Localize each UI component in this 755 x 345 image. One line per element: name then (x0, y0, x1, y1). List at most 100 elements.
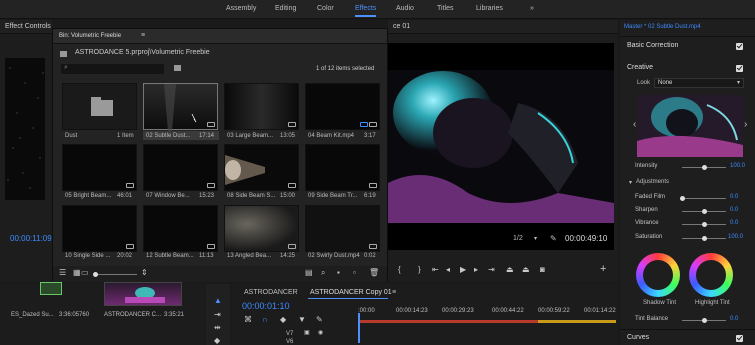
trash-icon[interactable]: 🗑 (369, 268, 379, 277)
bin-item-subtle-beam[interactable] (143, 205, 218, 252)
intensity-slider[interactable] (682, 165, 726, 170)
look-select[interactable]: None ▾ (654, 78, 744, 88)
playhead[interactable] (358, 313, 360, 343)
adjustments-chevron-icon[interactable]: ▾ (629, 179, 632, 186)
list-view-icon[interactable]: ☰ (59, 268, 66, 277)
thumb-size-slider[interactable] (93, 272, 137, 277)
bin-item-single-side[interactable] (62, 205, 137, 252)
curves-label[interactable]: Curves (627, 334, 649, 341)
creative-checkbox[interactable] (736, 65, 743, 72)
tab-editing[interactable]: Editing (275, 5, 296, 12)
bin-item-swirly-dust[interactable] (305, 205, 380, 252)
bin-item-beam-kit[interactable] (305, 83, 380, 130)
clip-thumb-1[interactable] (40, 282, 62, 295)
marker-add-icon[interactable]: ◆ (280, 315, 286, 324)
intensity-value[interactable]: 100.0 (730, 163, 745, 169)
link-icon[interactable]: ∩ (262, 315, 268, 324)
eye-icon[interactable]: ◉ (318, 329, 323, 336)
faded-film-knob[interactable] (680, 196, 685, 201)
extract-icon[interactable]: ⏏ (522, 265, 530, 274)
automate-icon[interactable]: ▤ (305, 268, 313, 277)
saturation-value[interactable]: 100.0 (728, 234, 743, 240)
bin-menu-icon[interactable]: ≡ (141, 32, 145, 39)
freeform-view-icon[interactable]: ▭ (81, 268, 89, 277)
razor-tool-icon[interactable]: ◆ (214, 336, 220, 345)
zoom-select[interactable]: 1/2 (513, 235, 523, 242)
track-select-icon[interactable]: ⇥ (214, 310, 221, 319)
sharpen-slider[interactable] (682, 209, 726, 214)
sync-lock-icon[interactable]: ▣ (304, 329, 310, 336)
look-prev-icon[interactable]: ‹ (633, 119, 636, 130)
curves-checkbox[interactable] (736, 335, 743, 342)
timeline-tab-menu-icon[interactable]: ≡ (392, 289, 396, 296)
bin-item-bright-beam[interactable] (62, 144, 137, 191)
vibrance-value[interactable]: 0.0 (730, 220, 738, 226)
clip-thumb-2[interactable] (104, 282, 182, 306)
icon-view-icon[interactable]: ▦ (73, 268, 81, 277)
tab-titles[interactable]: Titles (437, 5, 453, 12)
creative-label[interactable]: Creative (627, 64, 653, 71)
selection-tool-icon[interactable]: ▲ (214, 296, 222, 305)
bin-item-side-beam-tr[interactable] (305, 144, 380, 191)
step-back-icon[interactable]: ◂ (446, 265, 450, 274)
highlight-tint-wheel[interactable] (689, 253, 733, 297)
intensity-knob[interactable] (702, 165, 707, 170)
tab-audio[interactable]: Audio (396, 5, 414, 12)
faded-film-slider[interactable] (680, 196, 726, 201)
find-icon[interactable]: ⌕ (321, 268, 325, 278)
vibrance-slider[interactable] (682, 222, 726, 227)
timeline-ruler[interactable]: :00:00 00:00:14:23 00:00:29:23 00:00:44:… (358, 304, 616, 318)
bin-item-dust[interactable] (62, 83, 137, 130)
look-preview[interactable] (637, 95, 743, 157)
mark-out-icon[interactable]: } (418, 265, 421, 274)
adjustments-label[interactable]: Adjustments (636, 179, 669, 185)
marker-icon[interactable]: ▼ (298, 315, 306, 324)
bin-item-side-beam-s[interactable] (224, 144, 299, 191)
saturation-slider[interactable] (682, 236, 726, 241)
sharpen-knob[interactable] (702, 209, 707, 214)
tab-color[interactable]: Color (317, 5, 334, 12)
sort-icon[interactable]: ⇕ (141, 268, 148, 277)
look-next-icon[interactable]: › (744, 119, 747, 130)
basic-correction-label[interactable]: Basic Correction (627, 42, 678, 49)
new-bin-icon[interactable] (174, 65, 181, 71)
bin-item-subtle-dust[interactable] (143, 83, 218, 131)
mark-in-icon[interactable]: { (398, 265, 401, 274)
lift-icon[interactable]: ⏏ (506, 265, 514, 274)
bin-item-large-beam[interactable] (224, 83, 299, 130)
saturation-knob[interactable] (702, 236, 707, 241)
tab-effects[interactable]: Effects (355, 5, 376, 12)
lumetri-master-title[interactable]: Master * 02 Subtle Dust.mp4 (624, 24, 701, 30)
snap-icon[interactable]: ⌘ (244, 315, 252, 324)
tab-assembly[interactable]: Assembly (226, 5, 256, 12)
basic-correction-checkbox[interactable] (736, 43, 743, 50)
tab-libraries[interactable]: Libraries (476, 5, 503, 12)
program-title[interactable]: ce 01 (388, 20, 618, 34)
timeline-tab-astrodancer[interactable]: ASTRODANCER (244, 289, 298, 296)
new-item-icon[interactable]: ▫ (353, 268, 356, 277)
tint-balance-value[interactable]: 0.0 (730, 316, 738, 322)
go-to-out-icon[interactable]: ⇥ (488, 265, 495, 274)
wrench-settings-icon[interactable]: ✎ (316, 315, 323, 324)
zoom-chevron-icon[interactable]: ▾ (534, 235, 537, 242)
play-icon[interactable]: ▶ (460, 265, 466, 274)
bin-item-window-beam[interactable] (143, 144, 218, 191)
add-button-icon[interactable]: + (600, 263, 606, 275)
export-frame-icon[interactable]: ◙ (540, 265, 545, 274)
new-bin-button-icon[interactable]: ▪ (337, 268, 340, 277)
wrench-icon[interactable]: ✎ (550, 234, 557, 243)
timeline-timecode[interactable]: 00:00:01:10 (242, 301, 290, 311)
slider-knob[interactable] (93, 272, 98, 277)
ripple-edit-icon[interactable]: ⇹ (214, 323, 221, 332)
tint-balance-slider[interactable] (682, 318, 726, 323)
step-forward-icon[interactable]: ▸ (474, 265, 478, 274)
effect-timecode[interactable]: 00:00:11:09 (10, 234, 52, 243)
tint-balance-knob[interactable] (702, 318, 707, 323)
vibrance-knob[interactable] (702, 222, 707, 227)
go-to-in-icon[interactable]: ⇤ (432, 265, 439, 274)
bin-title[interactable]: Bin: Volumetric Freebie (59, 33, 121, 39)
sharpen-value[interactable]: 0.0 (730, 207, 738, 213)
faded-film-value[interactable]: 0.0 (730, 194, 738, 200)
effect-controls-title[interactable]: Effect Controls (0, 20, 52, 34)
shadow-tint-wheel[interactable] (636, 253, 680, 297)
